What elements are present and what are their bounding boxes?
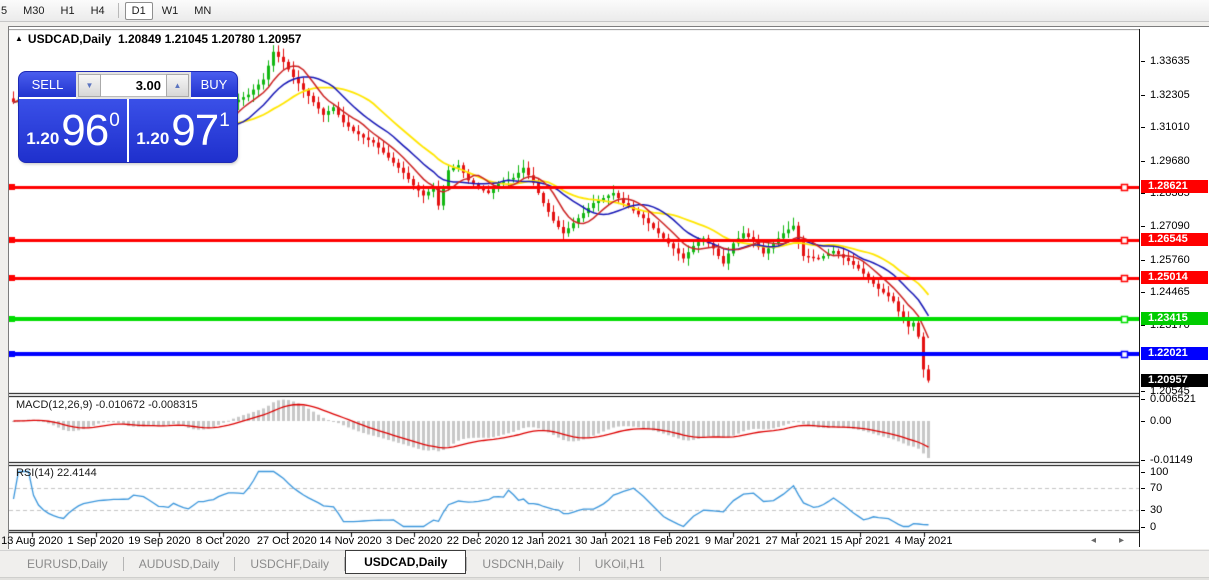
price-axis-label: 1.25760: [1140, 254, 1190, 266]
buy-price-big: 97: [171, 105, 219, 155]
tab-divider: [659, 556, 661, 571]
rsi-axis-label: 70: [1140, 482, 1162, 494]
timeframe-w1[interactable]: W1: [155, 2, 186, 20]
rsi-axis-label: 100: [1140, 466, 1168, 478]
timeframe-m30[interactable]: M30: [16, 2, 51, 20]
date-axis-label: 14 Nov 2020: [319, 535, 382, 547]
buy-price-prefix: 1.20: [136, 128, 170, 148]
scroll-left-icon[interactable]: ◂: [1091, 536, 1096, 546]
date-axis-label: 18 Feb 2021: [638, 535, 700, 547]
tab-eurusd[interactable]: EURUSD,Daily: [12, 553, 123, 575]
buy-price-button[interactable]: 1.20 97 1: [129, 99, 237, 162]
date-axis-label: 27 Oct 2020: [256, 535, 317, 547]
tab-usdcad[interactable]: USDCAD,Daily: [345, 550, 467, 574]
date-axis-label: 12 Jan 2021: [511, 535, 572, 547]
price-axis-label: 1.24465: [1140, 286, 1190, 298]
timeframe-d1[interactable]: D1: [124, 1, 153, 20]
trade-panel-top: SELL ▼ 3.00 ▲ BUY: [19, 72, 237, 99]
price-axis-label: 1.33635: [1140, 55, 1190, 67]
volume-increase-icon[interactable]: ▲: [166, 74, 189, 97]
chart-area: ▲ USDCAD,Daily 1.20849 1.21045 1.20780 1.…: [1, 26, 1209, 549]
date-axis-label: 13 Aug 2020: [1, 535, 63, 547]
timeframe-mn[interactable]: MN: [187, 2, 218, 20]
tab-usdchf[interactable]: USDCHF,Daily: [235, 553, 344, 575]
timeframe-toolbar: 5 M30 H1 H4 D1 W1 MN: [0, 0, 1209, 22]
toolbar-separator: [117, 3, 119, 18]
rsi-axis-label: 30: [1140, 504, 1162, 516]
price-line-badge: 1.28621: [1141, 180, 1208, 194]
volume-input[interactable]: 3.00: [101, 74, 166, 97]
date-axis-label: 15 Apr 2021: [830, 535, 890, 547]
tab-audusd[interactable]: AUDUSD,Daily: [124, 553, 235, 575]
buy-button[interactable]: BUY: [191, 72, 237, 99]
timeframe-5[interactable]: 5: [0, 2, 14, 20]
price-line-badge: 1.25014: [1141, 271, 1208, 285]
date-axis-label: 9 Mar 2021: [704, 535, 761, 547]
chart-title-symbol: USDCAD,Daily: [27, 32, 112, 46]
price-line-badge: 1.22021: [1141, 346, 1208, 360]
price-axis-label: 1.31010: [1140, 121, 1190, 133]
price-line-badge: 1.26545: [1141, 232, 1208, 246]
quote-row: 1.20 96 0 1.20 97 1: [19, 99, 237, 162]
chart-title-ohlc: 1.20849 1.21045 1.20780 1.20957: [117, 32, 302, 46]
price-axis[interactable]: 1.336351.323051.310101.296801.283851.270…: [1139, 29, 1209, 547]
date-axis-label: 22 Dec 2020: [446, 535, 510, 547]
date-axis-label: 19 Sep 2020: [128, 535, 191, 547]
date-axis-label: 3 Dec 2020: [386, 535, 443, 547]
date-axis-label: 1 Sep 2020: [67, 535, 124, 547]
timeframe-h1[interactable]: H1: [54, 2, 82, 20]
volume-decrease-icon[interactable]: ▼: [78, 74, 101, 97]
sell-price-prefix: 1.20: [26, 128, 60, 148]
price-line-badge: 1.20957: [1141, 373, 1208, 387]
app-window: 5 M30 H1 H4 D1 W1 MN ▲ USDCAD,Daily 1.20849 1.2…: [0, 0, 1209, 580]
date-axis-label: 8 Oct 2020: [196, 535, 251, 547]
volume-spinner: ▼ 3.00 ▲: [76, 72, 191, 99]
buy-price-sup: 1: [219, 109, 230, 131]
chart-expand-icon[interactable]: ▲: [15, 34, 23, 43]
tab-ukoil[interactable]: UKOil,H1: [580, 553, 660, 575]
symbol-tab-bar: EURUSD,Daily AUDUSD,Daily USDCHF,Daily USDC…: [0, 550, 1209, 576]
timeframe-h4[interactable]: H4: [84, 2, 112, 20]
date-axis-label: 4 May 2021: [895, 535, 953, 547]
macd-indicator-label: MACD(12,26,9) -0.010672 -0.008315: [16, 399, 198, 411]
sell-price-big: 96: [61, 105, 109, 155]
chart-title: ▲ USDCAD,Daily 1.20849 1.21045 1.20780 1.…: [15, 32, 301, 46]
rsi-indicator-label: RSI(14) 22.4144: [16, 467, 97, 479]
date-axis-label: 30 Jan 2021: [575, 535, 636, 547]
price-axis-label: 1.29680: [1140, 155, 1190, 167]
rsi-axis-label: 0: [1140, 521, 1156, 533]
sell-button[interactable]: SELL: [19, 72, 76, 99]
price-axis-label: 1.27090: [1140, 220, 1190, 232]
tab-usdcnh[interactable]: USDCNH,Daily: [467, 553, 578, 575]
sell-price-button[interactable]: 1.20 96 0: [19, 99, 129, 162]
price-axis-label: 1.32305: [1140, 89, 1190, 101]
macd-axis-label: 0.006521: [1140, 393, 1196, 405]
macd-axis-label: 0.00: [1140, 415, 1171, 427]
date-axis-label: 27 Mar 2021: [765, 535, 828, 547]
price-line-badge: 1.23415: [1141, 311, 1208, 325]
macd-axis-label: -0.01149: [1140, 454, 1193, 466]
one-click-trading-panel: SELL ▼ 3.00 ▲ BUY 1.20 96 0 1.20 97 1: [19, 72, 237, 162]
scroll-right-icon[interactable]: ▸: [1119, 536, 1124, 546]
sell-price-sup: 0: [109, 109, 120, 131]
